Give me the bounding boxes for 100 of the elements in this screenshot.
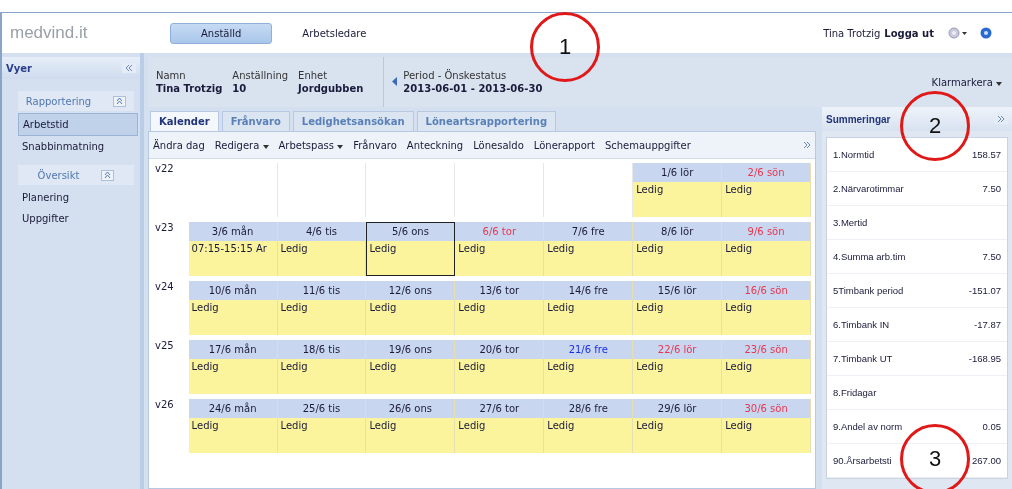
day-entry: Ledig xyxy=(547,420,575,431)
toolbar-button[interactable]: Ändra dag xyxy=(153,139,205,151)
day-date: 15/6 lör xyxy=(657,285,697,296)
collapse-icon[interactable] xyxy=(122,63,136,73)
toolbar-button[interactable]: Anteckning xyxy=(406,139,464,151)
field-label: Enhet xyxy=(298,70,329,81)
group-title: Rapportering xyxy=(25,95,92,107)
summary-label: 7.Timbank UT xyxy=(833,353,893,364)
week-label: v22 xyxy=(154,163,175,176)
toolbar-button[interactable]: Arbetspass xyxy=(278,139,344,151)
day-entry: Ledig xyxy=(369,243,397,254)
day-date: 27/6 tor xyxy=(479,403,520,414)
day-entry: Ledig xyxy=(725,302,753,313)
day-entry: Ledig xyxy=(458,361,486,372)
summary-value: -151.07 xyxy=(968,285,1001,296)
day-date: 22/6 lör xyxy=(657,344,697,355)
day-date: 17/6 mån xyxy=(208,344,257,355)
mark-done-button[interactable]: Klarmarkera xyxy=(925,75,1008,89)
day-date: 12/6 ons xyxy=(388,285,433,296)
day-date: 4/6 tis xyxy=(305,226,338,237)
field-value: Tina Trotzig xyxy=(156,83,223,94)
day-date: 26/6 ons xyxy=(388,403,433,414)
day-entry: Ledig xyxy=(725,184,753,195)
summary-value: -168.95 xyxy=(968,353,1001,364)
day-entry: Ledig xyxy=(636,243,664,254)
sidebar-item[interactable]: Snabbinmatning xyxy=(18,136,138,157)
collapse-icon[interactable] xyxy=(113,95,127,107)
collapse-icon[interactable] xyxy=(101,169,115,181)
day-entry: Ledig xyxy=(725,243,753,254)
toolbar-button[interactable]: Lönesaldo xyxy=(473,139,524,151)
day-date: 28/6 fre xyxy=(568,403,608,414)
day-date: 14/6 fre xyxy=(568,285,608,296)
summary-value: 267.00 xyxy=(971,455,1001,466)
summary-value: 158.57 xyxy=(971,149,1001,160)
role-tab[interactable]: Anställd xyxy=(170,22,273,44)
app-logo: medvind.it xyxy=(10,23,89,43)
tab[interactable]: Kalender xyxy=(150,111,219,131)
day-entry: Ledig xyxy=(458,302,486,313)
field-value: Jordgubben xyxy=(298,83,364,94)
day-entry: Ledig xyxy=(636,420,664,431)
summary-label: 2.Närvarotimmar xyxy=(833,183,904,194)
day-date: 10/6 mån xyxy=(208,285,257,296)
day-date: 24/6 mån xyxy=(208,403,257,414)
day-entry: Ledig xyxy=(636,184,664,195)
day-date: 5/6 ons xyxy=(391,226,429,237)
group-title: Översikt xyxy=(37,169,80,181)
day-entry: Ledig xyxy=(369,302,397,313)
summary-value: 0.05 xyxy=(982,421,1001,432)
day-date: 18/6 tis xyxy=(302,344,341,355)
summary-value: -17.87 xyxy=(974,319,1001,330)
day-date: 6/6 tor xyxy=(482,226,517,237)
summary-label: 4.Summa arb.tim xyxy=(833,251,906,262)
toolbar-button[interactable]: Lönerapport xyxy=(533,139,595,151)
caret-icon xyxy=(996,81,1002,86)
week-label: v25 xyxy=(154,340,175,353)
day-entry: Ledig xyxy=(547,302,575,313)
day-entry: Ledig xyxy=(636,361,664,372)
day-entry: Ledig xyxy=(547,361,575,372)
day-date: 1/6 lör xyxy=(661,167,694,178)
toolbar-button[interactable]: Schemauppgifter xyxy=(604,139,691,151)
views-title: Vyer xyxy=(6,62,32,74)
more-icon[interactable] xyxy=(803,139,811,151)
field-label: Anställning xyxy=(232,70,289,81)
toolbar-button[interactable]: Frånvaro xyxy=(353,139,397,151)
sidebar-item[interactable]: Arbetstid xyxy=(18,113,138,136)
day-date: 20/6 tor xyxy=(479,344,520,355)
day-date: 19/6 ons xyxy=(388,344,433,355)
day-entry: 07:15-15:15 Ar xyxy=(191,243,267,254)
previous-icon[interactable] xyxy=(392,76,398,88)
day-date: 13/6 tor xyxy=(479,285,520,296)
day-date: 21/6 fre xyxy=(568,344,608,355)
callout-marker: 1 xyxy=(530,12,600,82)
day-date: 8/6 lör xyxy=(661,226,694,237)
role-tab[interactable]: Arbetsledare xyxy=(280,22,389,44)
week-label: v26 xyxy=(154,399,175,412)
summary-label: 1.Normtid xyxy=(833,149,875,160)
day-date: 29/6 lör xyxy=(657,403,697,414)
sidebar-item[interactable]: Uppgifter xyxy=(18,208,138,229)
day-entry: Ledig xyxy=(369,361,397,372)
day-entry: Ledig xyxy=(725,361,753,372)
callout-marker: 2 xyxy=(900,91,970,161)
day-entry: Ledig xyxy=(191,420,219,431)
toolbar-button[interactable]: Redigera xyxy=(214,139,269,151)
summary-label: 9.Andel av norm xyxy=(833,421,903,432)
day-entry: Ledig xyxy=(636,302,664,313)
logout-link[interactable]: Logga ut xyxy=(884,27,934,39)
day-entry: Ledig xyxy=(280,243,308,254)
summary-label: 5Timbank period xyxy=(833,285,904,296)
day-entry: Ledig xyxy=(458,243,486,254)
summary-label: 8.Fridagar xyxy=(833,387,877,398)
period-label: Period - Önskestatus xyxy=(403,70,508,81)
field-label: Namn xyxy=(156,70,187,81)
summary-label: 6.Timbank IN xyxy=(833,319,890,330)
sidebar-item[interactable]: Planering xyxy=(18,187,138,208)
day-entry: Ledig xyxy=(369,420,397,431)
period-value: 2013-06-01 - 2013-06-30 xyxy=(403,83,543,94)
week-label: v24 xyxy=(154,281,175,294)
summary-value: 7.50 xyxy=(982,251,1001,262)
day-date: 25/6 tis xyxy=(302,403,341,414)
week-label: v23 xyxy=(154,222,175,235)
